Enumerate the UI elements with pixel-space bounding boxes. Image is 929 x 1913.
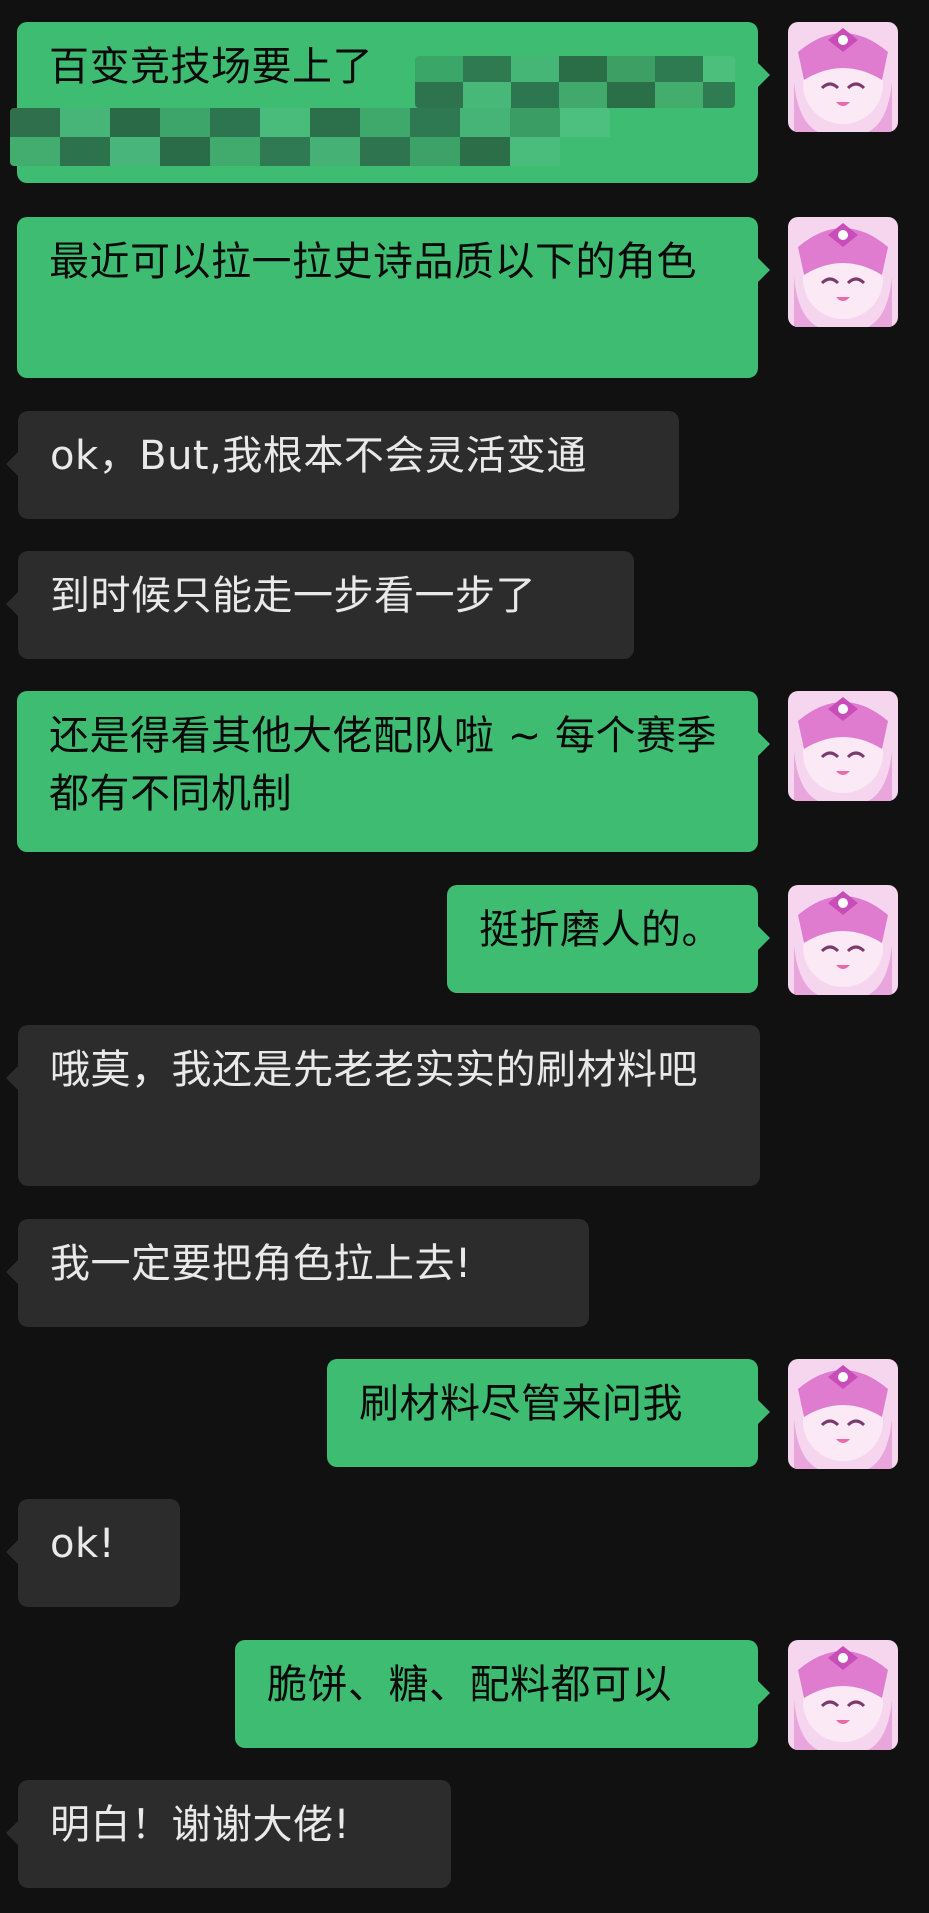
redacted-censor-block [415,56,735,108]
message-bubble-incoming[interactable]: 到时候只能走一步看一步了 [6,551,634,659]
message-text: 刷材料尽管来问我 [359,1381,683,1427]
message-text: 到时候只能走一步看一步了 [50,573,536,619]
message-bubble-incoming[interactable]: ok，But,我根本不会灵活变通 [6,411,679,519]
message-bubble-outgoing[interactable]: 脆饼、糖、配料都可以 [235,1640,770,1748]
avatar[interactable] [788,1359,898,1469]
avatar[interactable] [788,217,898,327]
pink-anime-character-avatar-icon [788,1640,898,1750]
message-bubble-outgoing[interactable]: 刷材料尽管来问我 [327,1359,770,1467]
avatar[interactable] [788,885,898,995]
message-bubble-incoming[interactable]: 明白！谢谢大佬! [6,1780,451,1888]
message-bubble-outgoing[interactable]: 还是得看其他大佬配队啦 ~ 每个赛季都有不同机制 [17,691,770,852]
pink-anime-character-avatar-icon [788,885,898,995]
message-bubble-incoming[interactable]: ok! [6,1499,180,1607]
chat-conversation[interactable]: 百变竞技场要上了 最近可以拉一拉史诗品质以下的角色 ok，But,我根本不会灵活… [0,0,929,1913]
message-text: 百变竞技场要上了 [49,44,373,90]
redacted-censor-block [10,108,610,166]
message-text: 哦莫，我还是先老老实实的刷材料吧 [50,1047,698,1093]
message-bubble-incoming[interactable]: 我一定要把角色拉上去! [6,1219,589,1327]
message-text: 最近可以拉一拉史诗品质以下的角色 [49,239,697,285]
pink-anime-character-avatar-icon [788,691,898,801]
avatar[interactable] [788,691,898,801]
message-text: 还是得看其他大佬配队啦 ~ 每个赛季都有不同机制 [49,713,717,817]
message-text: 明白！谢谢大佬! [50,1802,351,1848]
message-text: 挺折磨人的。 [479,907,722,953]
avatar[interactable] [788,22,898,132]
pink-anime-character-avatar-icon [788,217,898,327]
message-text: ok! [50,1521,116,1567]
message-text: 脆饼、糖、配料都可以 [267,1662,672,1708]
message-bubble-outgoing[interactable]: 挺折磨人的。 [447,885,770,993]
message-bubble-incoming[interactable]: 哦莫，我还是先老老实实的刷材料吧 [6,1025,760,1186]
pink-anime-character-avatar-icon [788,22,898,132]
message-text: 我一定要把角色拉上去! [50,1241,472,1287]
message-bubble-outgoing[interactable]: 最近可以拉一拉史诗品质以下的角色 [17,217,770,378]
avatar[interactable] [788,1640,898,1750]
pink-anime-character-avatar-icon [788,1359,898,1469]
message-text: ok，But,我根本不会灵活变通 [50,433,587,479]
